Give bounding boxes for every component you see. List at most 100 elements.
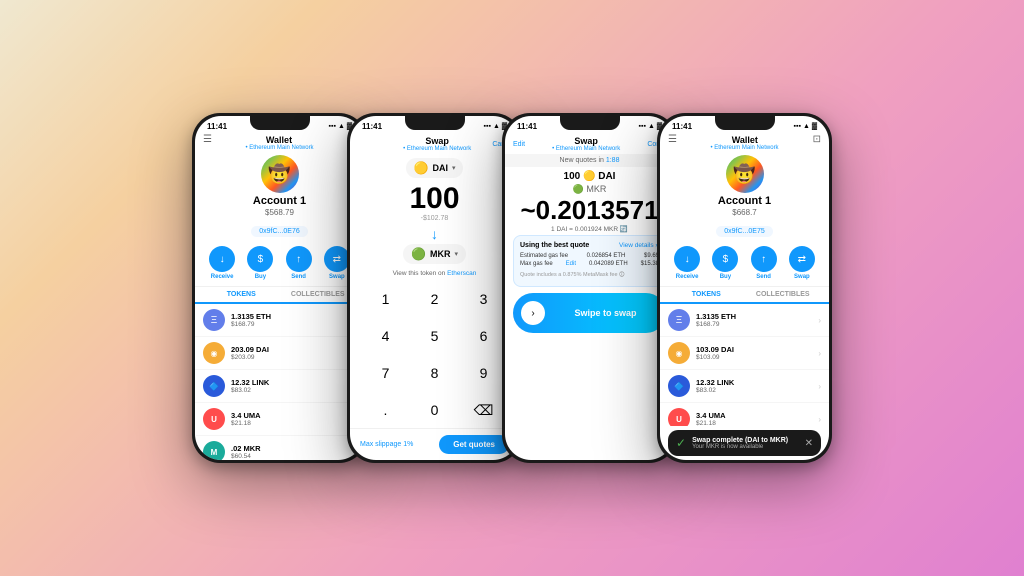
buy-btn-1[interactable]: $ Buy: [247, 246, 273, 280]
swap-icon-4: ⇄: [789, 246, 815, 272]
dai-dropdown-icon: 🟡: [414, 161, 429, 175]
signal-icon-4: ▪▪▪: [794, 123, 801, 130]
quote-rate: 1 DAI = 0.001924 MKR 🔄: [551, 225, 628, 233]
account-balance-1: $568.79: [195, 208, 364, 217]
buy-label-4: Buy: [720, 274, 731, 280]
link-name-1: 12.32 LINK: [231, 378, 353, 387]
time-1: 11:41: [207, 122, 227, 131]
link-icon-1: 🔷: [203, 375, 225, 397]
scan-icon-4[interactable]: ⊡: [809, 134, 825, 145]
avatar-4: 🤠: [726, 155, 764, 193]
tab-tokens-1[interactable]: TOKENS: [203, 287, 280, 304]
token-dai-4[interactable]: ◉ 103.09 DAI $103.09 ›: [660, 337, 829, 370]
signal-icon-2: ▪▪▪: [484, 123, 491, 130]
wifi-icon-1: ▲: [338, 123, 345, 130]
key-6[interactable]: 6: [460, 318, 507, 353]
token-link-4[interactable]: 🔷 12.32 LINK $83.02 ›: [660, 370, 829, 403]
swap-btn-1[interactable]: ⇄ Swap: [324, 246, 350, 280]
key-3[interactable]: 3: [460, 281, 507, 316]
time-2: 11:41: [362, 122, 382, 131]
mkr-dropdown-name: MKR: [430, 249, 451, 259]
wifi-icon-2: ▲: [493, 123, 500, 130]
key-9[interactable]: 9: [460, 355, 507, 390]
key-backspace[interactable]: ⌫: [460, 392, 507, 428]
uma-icon-4: U: [668, 408, 690, 426]
send-btn-1[interactable]: ↑ Send: [286, 246, 312, 280]
key-7[interactable]: 7: [362, 355, 409, 390]
max-gas-edit[interactable]: Edit: [566, 261, 576, 267]
menu-icon-4[interactable]: ☰: [664, 134, 681, 145]
toast-close-btn[interactable]: ✕: [805, 438, 813, 449]
quote-amounts: 100 🟡 DAI 🟢 MKR ~0.2013571 1 DAI = 0.001…: [505, 167, 674, 235]
token-eth-4[interactable]: Ξ 1.3135 ETH $168.79 ›: [660, 304, 829, 337]
phones-container: 11:41 ▪▪▪ ▲ ▓ ☰ Wallet • Ethereum Main N…: [172, 93, 852, 483]
signal-icon-1: ▪▪▪: [329, 123, 336, 130]
swap-btn-4[interactable]: ⇄ Swap: [789, 246, 815, 280]
etherscan-link-2: View this token on Etherscan: [350, 270, 519, 277]
account-address-4[interactable]: 0x9fC...0E75: [716, 226, 772, 237]
receive-btn-4[interactable]: ↓ Receive: [674, 246, 700, 280]
receive-label-4: Receive: [676, 274, 699, 280]
view-details-btn[interactable]: View details »: [619, 242, 659, 249]
wallet-header-row: ☰ Wallet: [195, 134, 364, 145]
dai-usd-4: $103.09: [696, 354, 818, 361]
dai-name-4: 103.09 DAI: [696, 345, 818, 354]
key-8[interactable]: 8: [411, 355, 458, 390]
buy-label-1: Buy: [255, 274, 266, 280]
wallet-title-4: Wallet: [732, 135, 758, 145]
key-2[interactable]: 2: [411, 281, 458, 316]
token-uma-1[interactable]: U 3.4 UMA $21.18 ›: [195, 403, 364, 436]
tab-collectibles-1[interactable]: COLLECTIBLES: [280, 287, 357, 304]
address-wrapper-1: 0x9fC...0E76: [195, 220, 364, 238]
key-5[interactable]: 5: [411, 318, 458, 353]
screen-1: 11:41 ▪▪▪ ▲ ▓ ☰ Wallet • Ethereum Main N…: [195, 116, 364, 460]
token-link-1[interactable]: 🔷 12.32 LINK $83.02 ›: [195, 370, 364, 403]
uma-info-4: 3.4 UMA $21.18: [696, 411, 818, 426]
mkr-icon-1: M: [203, 441, 225, 460]
phone-4: 11:41 ▪▪▪ ▲ ▓ ☰ Wallet ⊡ • Ethereum Main…: [657, 113, 832, 463]
send-btn-4[interactable]: ↑ Send: [751, 246, 777, 280]
tab-collectibles-4[interactable]: COLLECTIBLES: [745, 287, 822, 304]
quote-banner: New quotes in 1:88: [505, 154, 674, 167]
receive-btn-1[interactable]: ↓ Receive: [209, 246, 235, 280]
screen-4: 11:41 ▪▪▪ ▲ ▓ ☰ Wallet ⊡ • Ethereum Main…: [660, 116, 829, 460]
receive-icon-4: ↓: [674, 246, 700, 272]
eth-arrow-4: ›: [818, 316, 821, 325]
uma-usd-4: $21.18: [696, 420, 818, 426]
to-token-dropdown[interactable]: 🟢 MKR ▾: [403, 244, 466, 264]
send-label-4: Send: [756, 274, 771, 280]
screen-3: 11:41 ▪▪▪ ▲ ▓ Edit Swap • Ethereum Main …: [505, 116, 674, 460]
etherscan-text[interactable]: Etherscan: [447, 270, 476, 277]
menu-icon-1[interactable]: ☰: [199, 134, 216, 145]
key-1[interactable]: 1: [362, 281, 409, 316]
swap-arrow-2: ↓: [350, 226, 519, 242]
eth-name-1: 1.3135 ETH: [231, 312, 353, 321]
slippage-btn-2[interactable]: Max slippage 1%: [360, 441, 413, 448]
max-gas-eth: 0.042089 ETH: [589, 261, 628, 267]
from-token-dropdown[interactable]: 🟡 DAI ▾: [406, 158, 464, 178]
quote-timer: 1:88: [606, 157, 620, 164]
token-uma-4[interactable]: U 3.4 UMA $21.18 ›: [660, 403, 829, 426]
edit-btn-3[interactable]: Edit: [513, 141, 525, 148]
get-quotes-btn[interactable]: Get quotes: [439, 435, 509, 454]
tabs-1: TOKENS COLLECTIBLES: [195, 287, 364, 304]
tab-tokens-4[interactable]: TOKENS: [668, 287, 745, 304]
dai-info-1: 203.09 DAI $203.09: [231, 345, 353, 361]
swipe-to-swap-btn[interactable]: › Swipe to swap: [513, 293, 666, 333]
token-dai-1[interactable]: ◉ 203.09 DAI $203.09 ›: [195, 337, 364, 370]
buy-btn-4[interactable]: $ Buy: [712, 246, 738, 280]
swap-title-col-3: Swap • Ethereum Main Network: [552, 136, 620, 152]
link-usd-1: $83.02: [231, 387, 353, 394]
token-mkr-1[interactable]: M .02 MKR $60.54 ›: [195, 436, 364, 460]
key-dot[interactable]: .: [362, 392, 409, 428]
buy-icon-4: $: [712, 246, 738, 272]
token-eth-1[interactable]: Ξ 1.3135 ETH $168.79 ›: [195, 304, 364, 337]
dai-icon-4: ◉: [668, 342, 690, 364]
swap-footer-2: Max slippage 1% Get quotes: [350, 428, 519, 460]
mkr-name-1: .02 MKR: [231, 444, 353, 453]
best-quote-title: Using the best quote: [520, 242, 589, 249]
account-address-1[interactable]: 0x9fC...0E76: [251, 226, 307, 237]
key-0[interactable]: 0: [411, 392, 458, 428]
link-usd-4: $83.02: [696, 387, 818, 394]
key-4[interactable]: 4: [362, 318, 409, 353]
